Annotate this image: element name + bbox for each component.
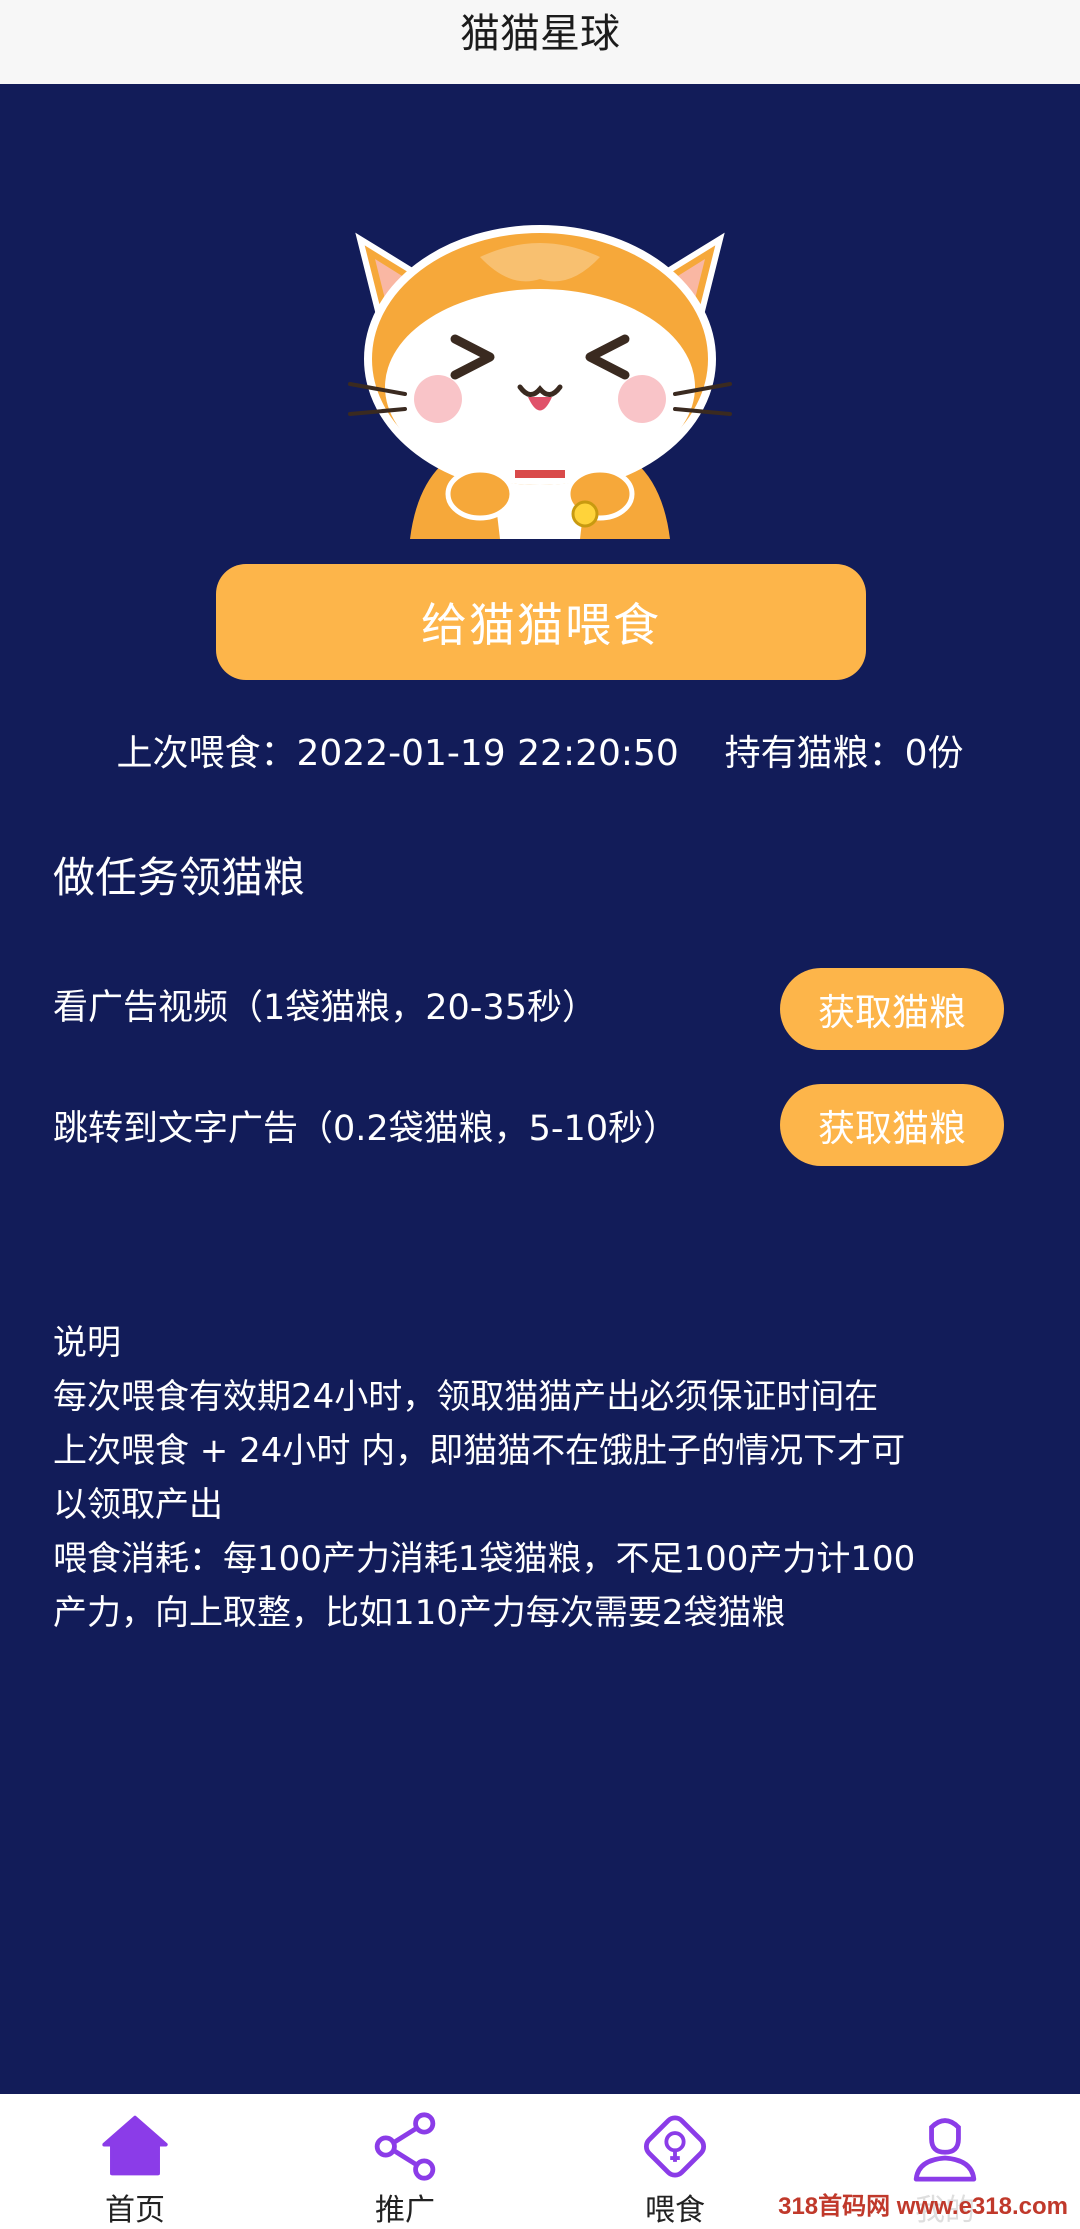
nav-item-feed[interactable]: 喂食: [540, 2094, 810, 2229]
nav-item-home[interactable]: 首页: [0, 2094, 270, 2229]
user-icon: [913, 2118, 977, 2182]
top-bar: 猫猫星球: [0, 0, 1080, 84]
notes-heading: 说明: [53, 1323, 121, 1363]
nav-item-promote[interactable]: 推广: [270, 2094, 540, 2229]
notes-line: 每次喂食有效期24小时，领取猫猫产出必须保证时间在: [53, 1377, 879, 1417]
watermark: 318首码网 www.e318.com: [772, 2184, 1074, 2223]
bottom-nav: 首页 推广 喂食 我的 318首码网 www.e318.com: [0, 2094, 1080, 2229]
feed-cat-button[interactable]: 给猫猫喂食: [216, 564, 866, 680]
share-icon: [374, 2112, 436, 2181]
task-label-text-ad: 跳转到文字广告（0.2袋猫粮，5-10秒）: [53, 1109, 679, 1149]
notes-line: 产力，向上取整，比如110产力每次需要2袋猫粮: [53, 1593, 786, 1633]
feed-icon: [643, 2115, 707, 2178]
tasks-title: 做任务领猫粮: [53, 853, 306, 902]
feed-status-line: 上次喂食：2022-01-19 22:20:50 持有猫粮：0份: [0, 724, 1080, 776]
nav-label-home: 首页: [105, 2193, 165, 2228]
last-feed-time: 2022-01-19 22:20:50: [296, 733, 679, 774]
last-feed-label: 上次喂食：: [116, 733, 297, 774]
task-label-video-ad: 看广告视频（1袋猫粮，20-35秒）: [53, 988, 597, 1028]
get-food-button-text-ad[interactable]: 获取猫粮: [780, 1084, 1004, 1166]
page-title: 猫猫星球: [460, 11, 620, 57]
notes-line: 上次喂食 + 24小时 内，即猫猫不在饿肚子的情况下才可: [53, 1431, 906, 1471]
notes-line: 以领取产出: [53, 1485, 223, 1525]
home-icon: [102, 2115, 168, 2176]
notes-section: 说明 每次喂食有效期24小时，领取猫猫产出必须保证时间在 上次喂食 + 24小时…: [53, 1316, 1033, 1640]
nav-label-promote: 推广: [375, 2193, 435, 2228]
food-count: 0份: [904, 733, 964, 774]
nav-label-feed: 喂食: [645, 2193, 705, 2228]
cat-mascot-image: [348, 225, 732, 539]
notes-line: 喂食消耗：每100产力消耗1袋猫粮，不足100产力计100: [53, 1539, 916, 1579]
get-food-button-video-ad[interactable]: 获取猫粮: [780, 968, 1004, 1050]
main-content: 给猫猫喂食 上次喂食：2022-01-19 22:20:50 持有猫粮：0份 做…: [0, 84, 1080, 2094]
food-label: 持有猫粮：: [724, 733, 905, 774]
